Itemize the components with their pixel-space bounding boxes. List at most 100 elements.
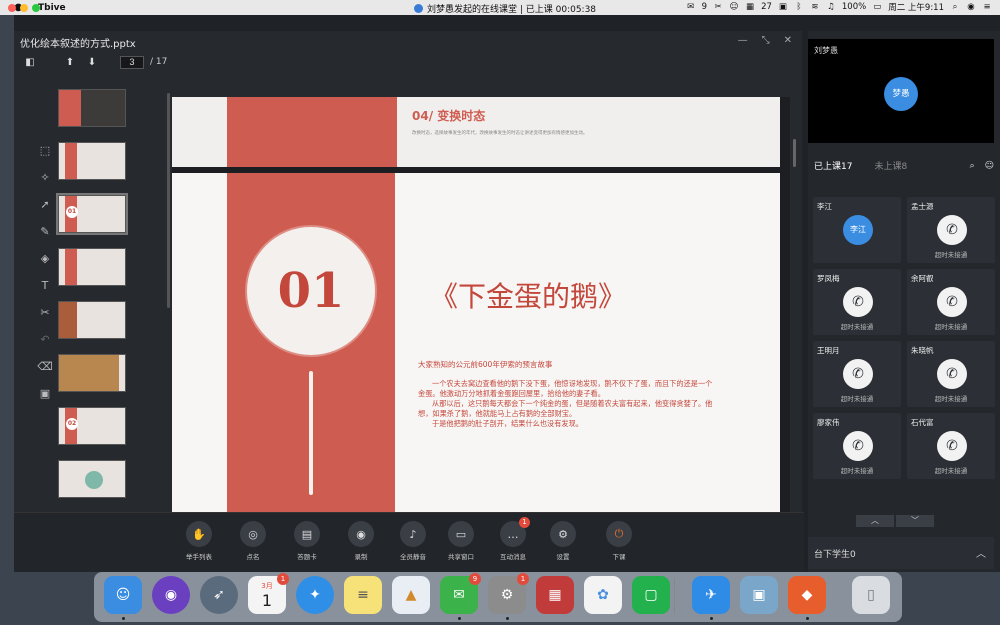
search-icon[interactable]: ⌕ <box>970 161 975 171</box>
classroom-app-icon[interactable]: ◆ <box>788 576 826 614</box>
raise-hand-list-button[interactable]: ✋ 举手列表 <box>174 521 224 561</box>
end-class-button[interactable]: ⏻ 下课 <box>594 521 644 561</box>
ppt-filename: 优化绘本叙述的方式.pptx <box>20 39 136 50</box>
slide-scrollbar[interactable] <box>793 139 796 167</box>
thumbnail-scrollbar[interactable] <box>167 93 170 308</box>
thumbnail-slide-6[interactable] <box>58 354 126 392</box>
shapes-icon[interactable]: ◈ <box>36 249 54 267</box>
thumbnail-slide-1[interactable] <box>58 89 126 127</box>
keynote-icon[interactable]: ▲ <box>392 576 430 614</box>
tab-absent[interactable]: 未上课8 <box>874 159 907 172</box>
minimize-icon[interactable]: — <box>738 35 748 46</box>
control-center-icon[interactable]: ≡ <box>982 2 992 12</box>
student-pager: ︿ ﹀ <box>856 515 934 527</box>
page-down-chevron-icon[interactable]: ﹀ <box>896 515 934 527</box>
close-window-button[interactable] <box>8 4 16 12</box>
close-icon[interactable]: ✕ <box>784 35 792 46</box>
page-number-input[interactable] <box>120 55 144 69</box>
record-button[interactable]: ◉ 录制 <box>336 521 386 561</box>
slide-current: 01 《下金蛋的鹅》 大家熟知的公元前600年伊索的预言故事 一个农夫去窝边查看… <box>172 173 780 517</box>
photo-booth-icon[interactable]: ▦ <box>536 576 574 614</box>
settings-button[interactable]: ⚙ 设置 <box>538 521 588 561</box>
preview-icon[interactable]: ▣ <box>740 576 778 614</box>
prev-page-arrow-icon[interactable]: ⬆ <box>62 55 78 69</box>
thumbnail-slide-3[interactable]: 01 <box>56 193 128 235</box>
battery-icon[interactable]: ▭ <box>872 2 882 12</box>
page-up-chevron-icon[interactable]: ︿ <box>856 515 894 527</box>
system-preferences-icon[interactable]: ⚙ 1 <box>488 573 529 614</box>
bluetooth-icon[interactable]: ᛒ <box>794 2 804 12</box>
scissors-icon[interactable]: ✂ <box>36 303 54 321</box>
laser-pointer-icon[interactable]: ✧ <box>36 168 54 186</box>
launchpad-icon[interactable]: ➶ <box>200 576 238 614</box>
volume-icon[interactable]: ♫ <box>826 2 836 12</box>
safari-icon[interactable]: ✦ <box>296 576 334 614</box>
mute-icon: ♪ <box>400 521 426 547</box>
zoom-window-button[interactable] <box>32 4 40 12</box>
finder-icon[interactable]: ☺ <box>104 576 142 614</box>
thumbnail-slide-7[interactable]: 02 <box>58 407 126 445</box>
search-icon[interactable]: ⌕ <box>950 2 960 12</box>
student-tile[interactable]: 李江 李江 <box>813 197 901 263</box>
iqiyi-icon[interactable]: ▢ <box>632 576 670 614</box>
dingtalk-icon[interactable]: ✈ <box>692 576 730 614</box>
pen-icon[interactable]: ✎ <box>36 222 54 240</box>
app-menu-name[interactable]: Tbive <box>38 3 66 13</box>
trash-icon[interactable]: ▯ <box>852 576 890 614</box>
users-tray-icon[interactable]: ☺ <box>729 2 739 12</box>
thumbnail-slide-4[interactable] <box>58 248 126 286</box>
add-user-icon[interactable]: ☺ <box>985 161 994 171</box>
chevron-up-icon[interactable]: ︿ <box>976 545 986 560</box>
wifi-icon[interactable]: ≋ <box>810 2 820 12</box>
student-tile[interactable]: 石代富 ✆ 超时未接通 <box>907 413 995 479</box>
ppt-viewer: 优化绘本叙述的方式.pptx — ⤡ ✕ ◧ ⬆ ⬇ / 17 01 02 ⬚ … <box>14 31 802 524</box>
user-icon[interactable]: ◉ <box>966 2 976 12</box>
display-tray-icon[interactable]: ▣ <box>778 2 788 12</box>
sidebar-toggle-icon[interactable]: ◧ <box>22 55 38 69</box>
wechat-tray-icon[interactable]: ✉ <box>686 2 696 12</box>
phone-icon: ✆ <box>937 215 967 245</box>
app-status-icon <box>414 4 423 13</box>
clock[interactable]: 周二 上午9:11 <box>888 1 944 13</box>
tab-attended[interactable]: 已上课17 <box>814 159 852 172</box>
student-tile[interactable]: 余阿叡 ✆ 超时未接通 <box>907 269 995 335</box>
thumbnail-slide-2[interactable] <box>58 142 126 180</box>
toolbox-icon[interactable]: ▣ <box>36 384 54 402</box>
text-icon[interactable]: T <box>36 276 54 294</box>
cursor-icon[interactable]: ➚ <box>36 195 54 213</box>
baidu-netdisk-icon[interactable]: ✿ <box>584 576 622 614</box>
mute-all-button[interactable]: ♪ 全员静音 <box>388 521 438 561</box>
offstage-students[interactable]: 台下学生0 ︿ <box>808 537 994 569</box>
message-badge: 1 <box>519 517 530 528</box>
slide-intro: 大家熟知的公元前600年伊索的预言故事 <box>418 360 553 369</box>
student-tile[interactable]: 孟士源 ✆ 超时未接通 <box>907 197 995 263</box>
notes-icon[interactable]: ≡ <box>344 576 382 614</box>
participants-panel: 刘梦愚 梦愚 已上课17 未上课8 ⌕ ☺ 李江 李江 孟士源 ✆ 超时未接通 … <box>808 31 1000 572</box>
minimize-window-button[interactable] <box>20 4 28 12</box>
messages-button[interactable]: … 1 互动消息 <box>488 517 538 561</box>
student-name: 李江 <box>817 202 832 211</box>
scissors-tray-icon[interactable]: ✂ <box>713 2 723 12</box>
student-tile[interactable]: 王明月 ✆ 超时未接通 <box>813 341 901 407</box>
fullscreen-icon[interactable]: ⤡ <box>762 35 770 46</box>
share-window-button[interactable]: ▭ 共享窗口 <box>436 521 486 561</box>
calendar-icon[interactable]: 3月 1 1 <box>248 573 289 614</box>
student-tile[interactable]: 廖家伟 ✆ 超时未接通 <box>813 413 901 479</box>
undo-icon[interactable]: ↶ <box>36 330 54 348</box>
student-status: 超时未接通 <box>934 395 968 403</box>
teacher-video[interactable]: 刘梦愚 梦愚 <box>808 39 994 143</box>
eraser-icon[interactable]: ⌫ <box>36 357 54 375</box>
next-page-arrow-icon[interactable]: ⬇ <box>84 55 100 69</box>
calendar-tray-icon[interactable]: ▦ <box>745 2 755 12</box>
wechat-icon[interactable]: ✉ 9 <box>440 573 481 614</box>
answer-card-button[interactable]: ▤ 答题卡 <box>282 521 332 561</box>
roll-call-button[interactable]: ◎ 点名 <box>228 521 278 561</box>
control-label: 答题卡 <box>297 553 317 561</box>
thumbnail-slide-8[interactable] <box>58 460 126 498</box>
student-tile[interactable]: 朱晓帆 ✆ 超时未接通 <box>907 341 995 407</box>
student-tile[interactable]: 罗凤梅 ✆ 超时未接通 <box>813 269 901 335</box>
select-area-icon[interactable]: ⬚ <box>36 141 54 159</box>
control-label: 设置 <box>556 553 570 561</box>
thumbnail-slide-5[interactable] <box>58 301 126 339</box>
siri-icon[interactable]: ◉ <box>152 576 190 614</box>
